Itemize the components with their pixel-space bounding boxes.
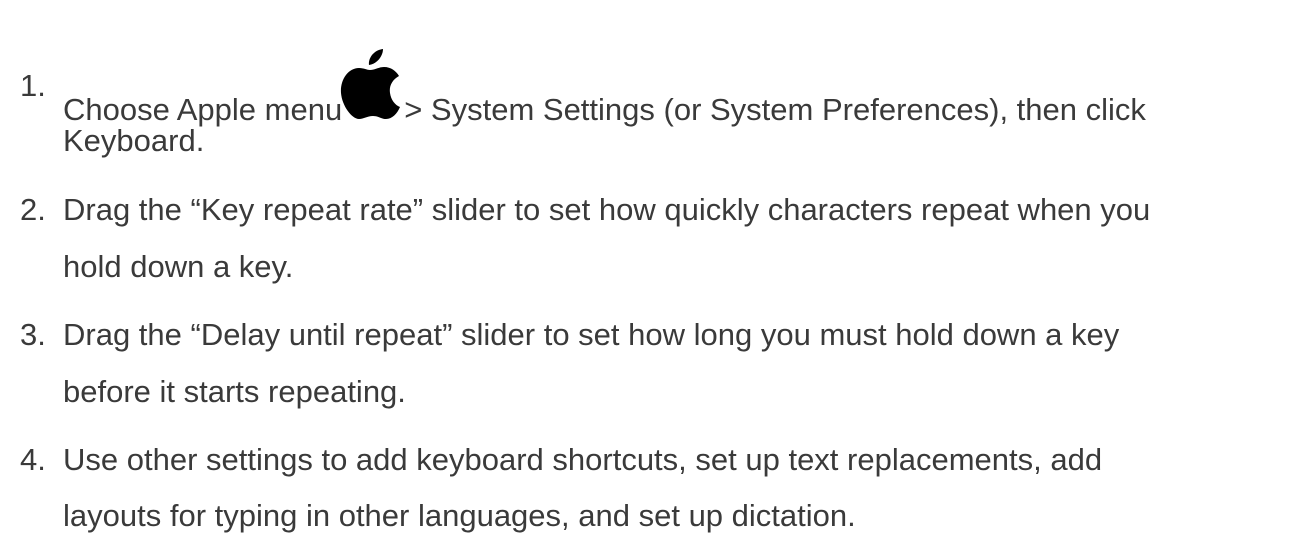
instruction-list: 1. Choose Apple menu > System Settings (…	[0, 0, 1296, 535]
step-text: layouts for typing in other languages, a…	[63, 498, 856, 533]
step-text: Use other settings to add keyboard short…	[63, 442, 1103, 477]
step-text: before it starts repeating.	[63, 374, 406, 409]
step-text: Drag the “Key repeat rate” slider to set…	[63, 192, 1151, 227]
apple-logo-icon	[339, 46, 401, 120]
step-text: > System Settings (or System Preferences…	[404, 92, 1146, 127]
step-text: hold down a key.	[63, 249, 294, 284]
step-text: Drag the “Delay until repeat” slider to …	[63, 317, 1120, 352]
step-text: Keyboard.	[63, 123, 205, 158]
